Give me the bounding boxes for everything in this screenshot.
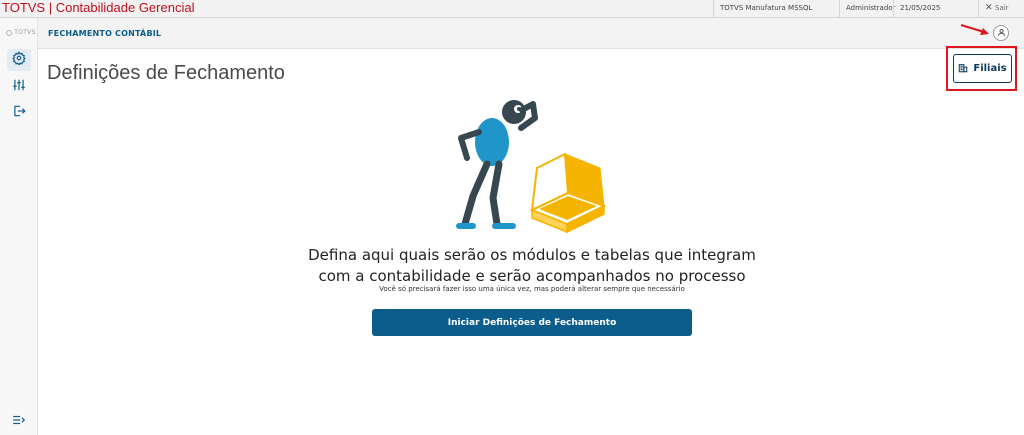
branches-button-label: Filiais <box>973 63 1007 74</box>
branches-button[interactable]: Filiais <box>953 54 1012 83</box>
empty-state-subline: Você só precisará fazer isso uma única v… <box>379 285 685 293</box>
environment-label: TOTVS Manufatura MSSQL <box>713 0 838 17</box>
page-title: Definições de Fechamento <box>47 62 285 84</box>
empty-state-illustration <box>456 100 607 234</box>
user-icon <box>997 24 1006 42</box>
user-avatar-button[interactable] <box>993 25 1009 41</box>
app-title: TOTVS | Contabilidade Gerencial <box>2 0 195 15</box>
date-label: 21/05/2025 <box>893 0 978 17</box>
sidebar-item-parameters[interactable] <box>7 76 31 98</box>
building-icon <box>958 60 968 78</box>
close-icon: ✕ <box>985 3 993 13</box>
annotation-arrow-icon <box>960 24 989 35</box>
gear-icon <box>12 50 26 70</box>
menu-collapse-icon <box>12 413 26 431</box>
sliders-icon <box>12 78 26 97</box>
totvs-logo: TOTVS <box>6 29 36 36</box>
user-name-label: Administrador <box>839 0 895 17</box>
logout-button[interactable]: ✕ Sair <box>978 0 1024 17</box>
exit-icon <box>12 104 26 123</box>
sidebar: TOTVS <box>0 18 38 435</box>
sidebar-item-exit[interactable] <box>7 102 31 124</box>
empty-state-headline: Defina aqui quais serão os módulos e tab… <box>308 246 756 285</box>
system-top-bar: TOTVS | Contabilidade Gerencial TOTVS Ma… <box>0 0 1024 18</box>
sidebar-collapse-button[interactable] <box>7 411 31 433</box>
module-header: FECHAMENTO CONTÁBIL <box>38 18 1024 49</box>
start-definitions-button[interactable]: Iniciar Definições de Fechamento <box>372 309 692 336</box>
module-name: FECHAMENTO CONTÁBIL <box>48 29 162 38</box>
logout-label: Sair <box>995 4 1009 12</box>
sidebar-item-settings[interactable] <box>7 49 31 71</box>
